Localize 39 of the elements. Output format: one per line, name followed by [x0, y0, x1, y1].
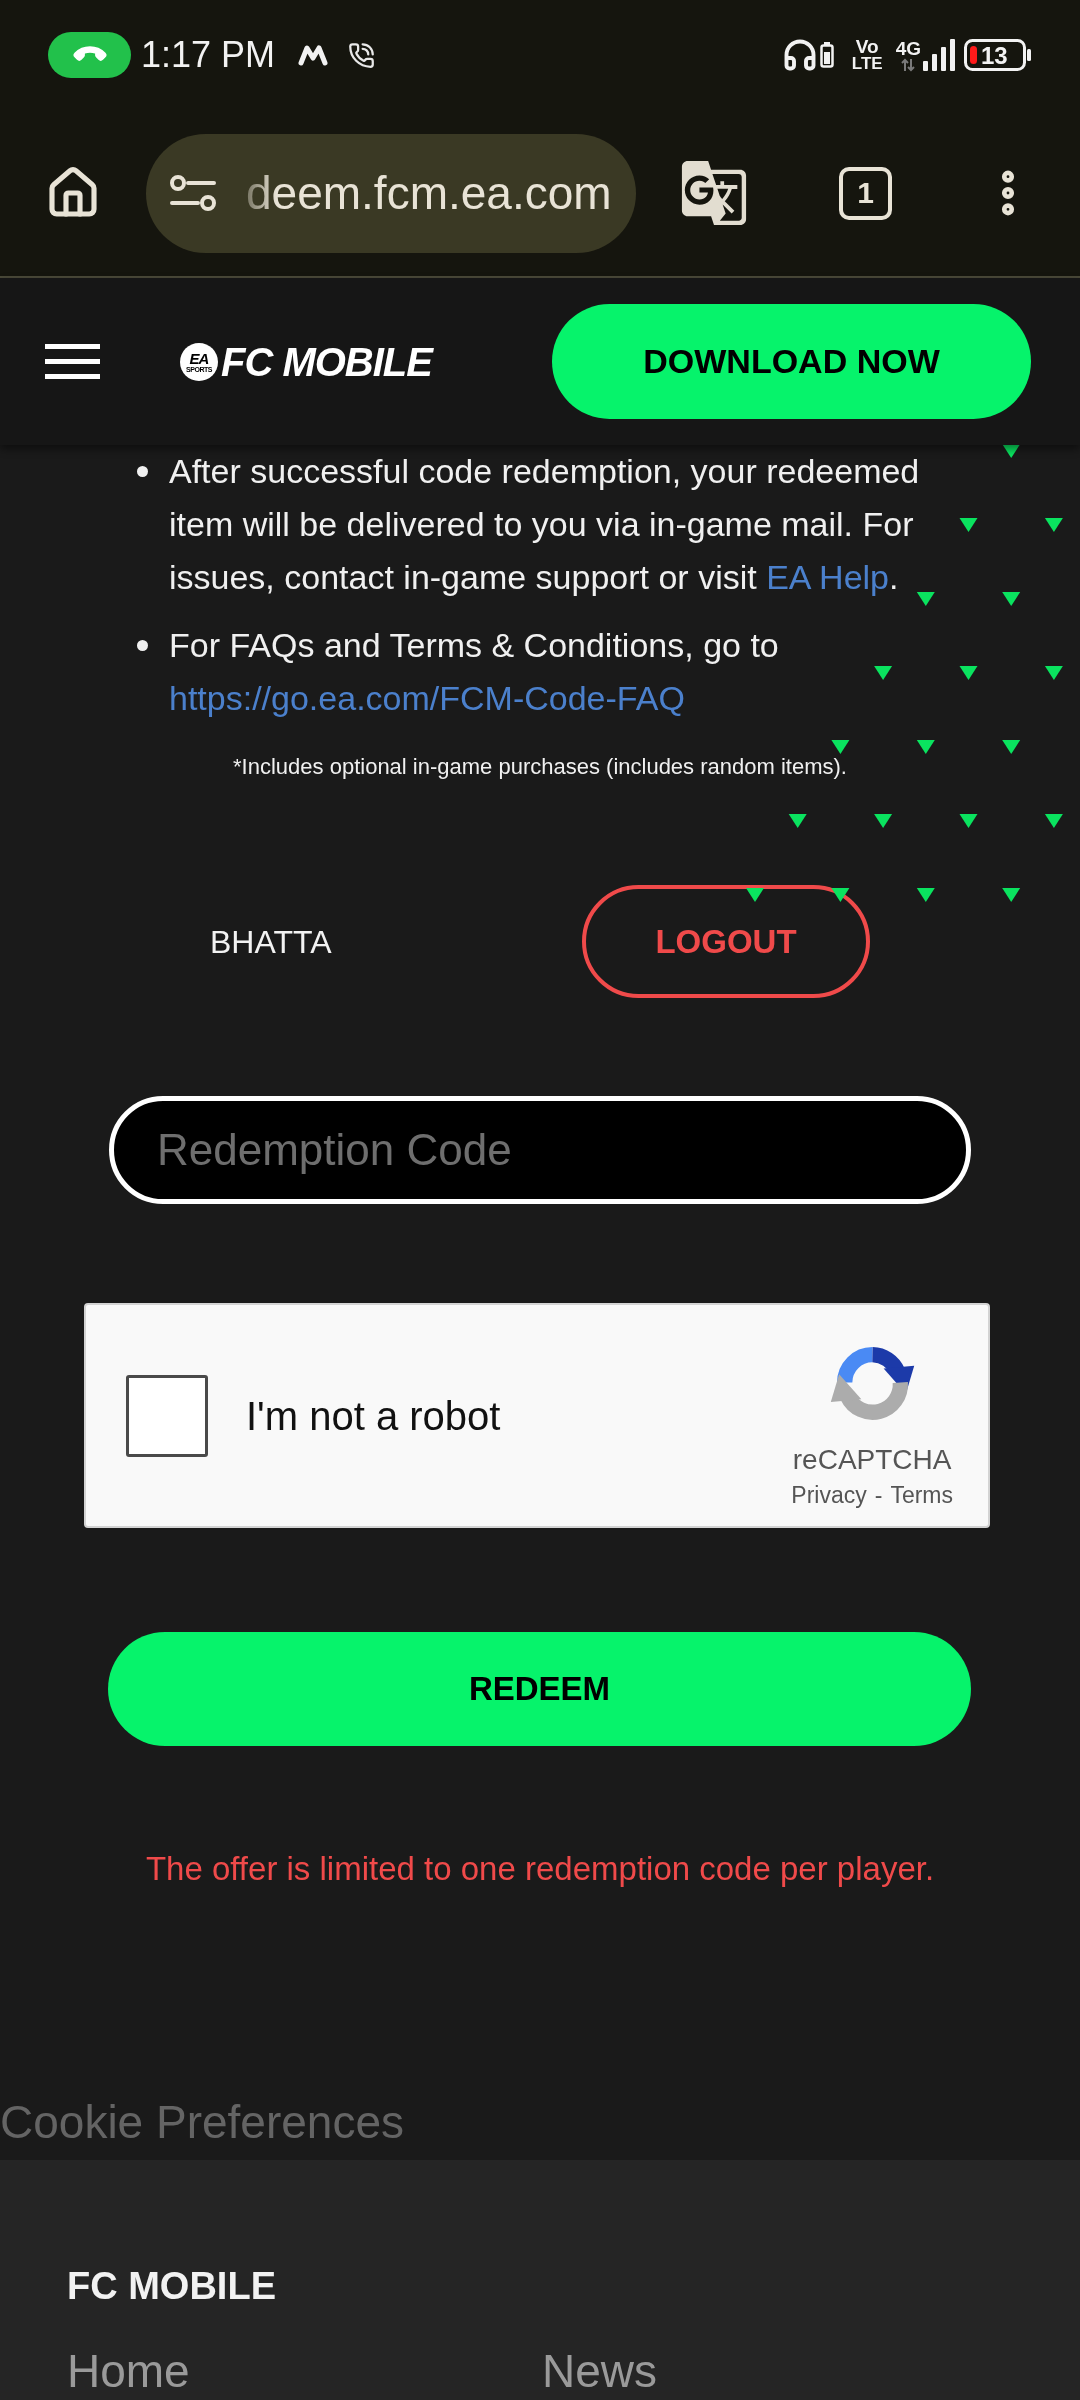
footer-title: FC MOBILE — [67, 2264, 277, 2309]
redemption-code-field[interactable]: Redemption Code — [109, 1096, 971, 1204]
site-settings-icon — [170, 173, 216, 213]
phone-call-icon — [348, 41, 376, 69]
bullet-icon — [137, 640, 148, 651]
link-separator: - — [874, 1481, 883, 1510]
footer-link[interactable]: News — [542, 2345, 658, 2398]
footer-link[interactable]: Home — [67, 2345, 542, 2398]
recaptcha-brand-text: reCAPTCHA — [792, 1443, 952, 1477]
privacy-link[interactable]: Privacy — [791, 1480, 867, 1510]
app-logo-icon — [298, 44, 329, 66]
captcha-label: I'm not a robot — [246, 1395, 501, 1436]
bullet-icon — [137, 466, 148, 477]
translate-icon[interactable] — [679, 158, 749, 228]
terms-link[interactable]: Terms — [890, 1480, 953, 1510]
note-text: For FAQs and Terms & Conditions, go to https://go.ea.com/FCM-Code-FAQ — [169, 625, 780, 719]
offer-limit-notice: The offer is limited to one redemption code per player. — [144, 1849, 936, 1889]
data-arrows-icon — [901, 57, 916, 72]
note-text: After successful code redemption, your redeemed item will be delivered to you via in-game mail. For issues, contact in-game support or visit EA Help. — [169, 451, 921, 598]
address-bar[interactable]: deem.fcm.ea.com — [146, 133, 636, 253]
robot-checkbox[interactable] — [126, 1374, 208, 1457]
logo-wordmark[interactable]: FC MOBILE — [221, 341, 432, 382]
logout-button[interactable]: LOGOUT — [582, 885, 870, 998]
text-link[interactable]: EA Help — [766, 558, 889, 596]
tab-switcher-button[interactable]: 1 — [839, 166, 892, 220]
signal-bars-icon — [923, 39, 955, 71]
battery-indicator: 13 — [964, 39, 1031, 71]
menu-icon[interactable] — [45, 344, 100, 379]
text-link[interactable]: https://go.ea.com/FCM-Code-FAQ — [169, 679, 685, 717]
footnote-text: *Includes optional in-game purchases (includes random items). — [232, 753, 848, 781]
clock-text: 1:17 PM — [141, 37, 276, 73]
url-text: deem.fcm.ea.com — [246, 170, 612, 216]
phone-icon[interactable] — [48, 32, 131, 78]
redeem-button[interactable]: REDEEM — [108, 1632, 971, 1746]
download-button[interactable]: DOWNLOAD NOW — [552, 304, 1031, 419]
headset-battery-icon — [819, 42, 834, 68]
username-text: BHATTA — [210, 925, 333, 958]
volte-label: Vo LTE — [851, 38, 883, 72]
network-type-label: 4G — [895, 38, 921, 58]
